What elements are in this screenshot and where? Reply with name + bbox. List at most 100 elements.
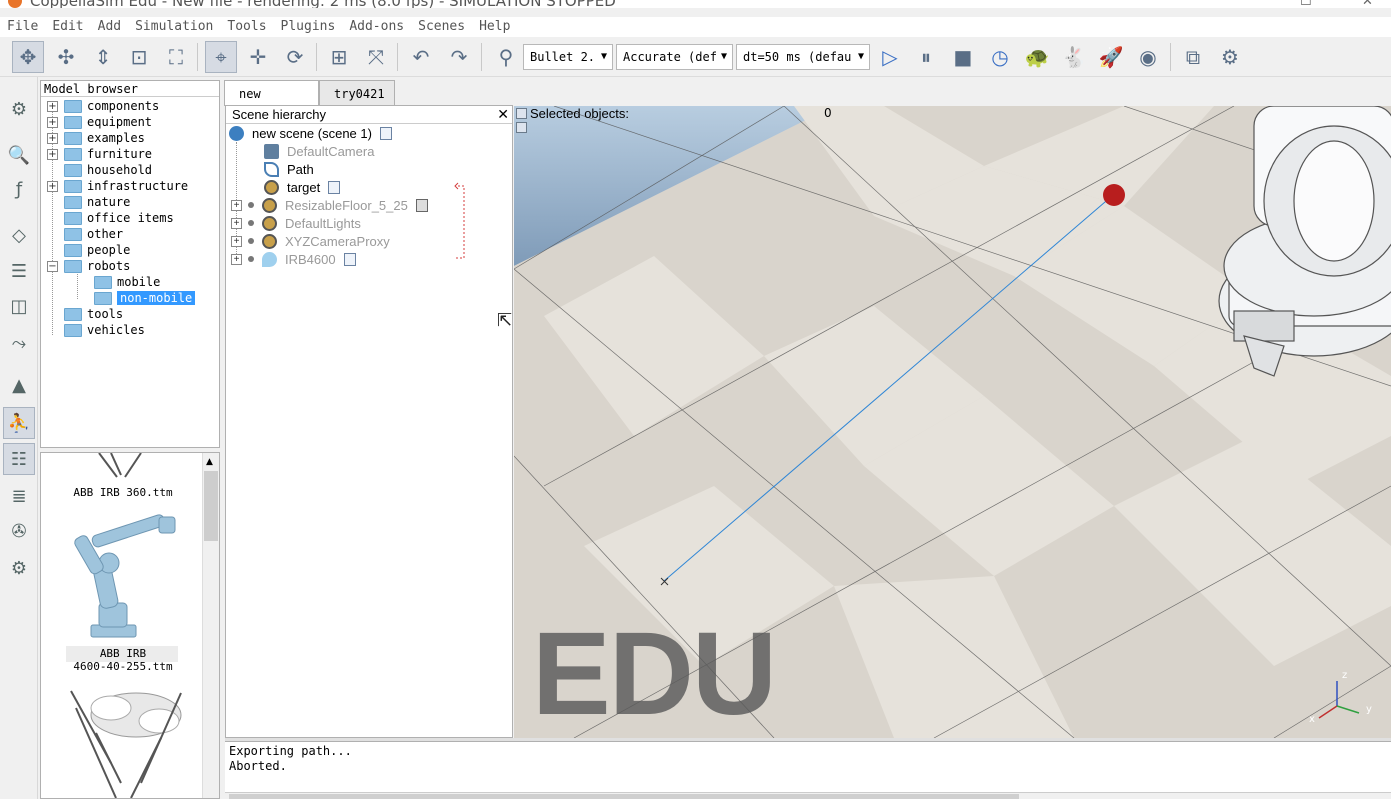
- timestep-select[interactable]: dt=50 ms (defau ▼: [736, 44, 870, 70]
- target-dummy[interactable]: [1103, 184, 1125, 206]
- viewport-menu-button[interactable]: [516, 108, 527, 119]
- axis-label-x: x: [1309, 714, 1315, 725]
- scroll-up-icon[interactable]: ▲: [206, 457, 213, 467]
- script-icon[interactable]: ☰: [3, 255, 35, 287]
- hierarchy-item-defaultlights[interactable]: + DefaultLights: [231, 214, 361, 232]
- accuracy-select[interactable]: Accurate (def ▼: [616, 44, 733, 70]
- menu-help[interactable]: Help: [472, 17, 517, 37]
- scrollbar-thumb[interactable]: [204, 471, 218, 541]
- slower-icon[interactable]: 🐢: [1021, 41, 1053, 73]
- folder-icon: [64, 115, 82, 129]
- hierarchy-item-target[interactable]: target: [264, 178, 341, 196]
- tree-item-robots[interactable]: − robots: [47, 258, 130, 274]
- hierarchy-item-defaultcamera[interactable]: DefaultCamera: [264, 142, 374, 160]
- tree-item-household[interactable]: household: [47, 162, 152, 178]
- script-icon[interactable]: [343, 252, 356, 266]
- hierarchy-item-xyzcameraproxy[interactable]: + XYZCameraProxy: [231, 232, 390, 250]
- scrollbar-thumb[interactable]: [229, 794, 1019, 799]
- tree-item-vehicles[interactable]: vehicles: [47, 322, 145, 338]
- tree-item-equipment[interactable]: + equipment: [47, 114, 152, 130]
- tree-item-other[interactable]: other: [47, 226, 123, 242]
- scene-object-properties-icon[interactable]: ⧉: [1177, 41, 1209, 73]
- menu-file[interactable]: File: [0, 17, 45, 37]
- dynamics-toggle-icon[interactable]: ⚲: [490, 41, 522, 73]
- camera-shift-icon[interactable]: ⇕: [87, 41, 119, 73]
- hierarchy-item-irb4600[interactable]: + IRB4600: [231, 250, 356, 268]
- calculation-modules-icon[interactable]: ⚙: [1214, 41, 1246, 73]
- tree-item-furniture[interactable]: + furniture: [47, 146, 152, 162]
- menu-addons[interactable]: Add-ons: [342, 17, 411, 37]
- tree-item-nature[interactable]: nature: [47, 194, 130, 210]
- zoom-icon[interactable]: 🔍: [3, 139, 35, 171]
- model-browser: Model browser + components + equipment + ex…: [40, 80, 220, 448]
- console-line: Exporting path...: [229, 744, 352, 758]
- settings-icon[interactable]: ⚙: [3, 93, 35, 125]
- video-recorder-icon[interactable]: ✇: [3, 515, 35, 547]
- tree-item-infrastructure[interactable]: + infrastructure: [47, 178, 188, 194]
- scene-root[interactable]: new scene (scene 1): [229, 124, 392, 142]
- menu-tools[interactable]: Tools: [220, 17, 273, 37]
- tab-try0421[interactable]: try0421: [319, 80, 395, 106]
- redo-icon[interactable]: ↷: [443, 41, 475, 73]
- function-icon[interactable]: ƒ: [3, 173, 35, 205]
- hierarchy-item-path[interactable]: Path: [264, 160, 314, 178]
- camera-rotate-icon[interactable]: ✣: [50, 41, 82, 73]
- 3d-viewport[interactable]: z x y Selected objects: 0 EDU: [514, 106, 1391, 738]
- menu-scenes[interactable]: Scenes: [411, 17, 472, 37]
- realtime-mode-icon[interactable]: ◷: [984, 41, 1016, 73]
- script-icon[interactable]: [379, 126, 392, 140]
- click-select-icon[interactable]: ⌖: [205, 41, 237, 73]
- faster-icon[interactable]: 🐇: [1058, 41, 1090, 73]
- tree-item-label: vehicles: [87, 323, 145, 337]
- cube-icon[interactable]: ◫: [3, 290, 35, 322]
- viewport-view-button[interactable]: [516, 122, 527, 133]
- folder-icon: [64, 99, 82, 113]
- physics-engine-select[interactable]: Bullet 2. ▼: [523, 44, 613, 70]
- tab-new-scene[interactable]: new scene: [224, 80, 319, 127]
- assemble-icon[interactable]: ⊞: [323, 41, 355, 73]
- menu-add[interactable]: Add: [91, 17, 128, 37]
- object-shift-icon[interactable]: ✛: [242, 41, 274, 73]
- tree-item-examples[interactable]: + examples: [47, 130, 145, 146]
- close-window-icon[interactable]: ✕: [1362, 0, 1373, 8]
- user-settings-icon[interactable]: ⚙: [3, 552, 35, 584]
- delta-robot-thumbnail[interactable]: [70, 690, 182, 798]
- path-icon[interactable]: ⤳: [3, 327, 35, 359]
- tree-item-components[interactable]: + components: [47, 98, 159, 114]
- thread-rendering-icon[interactable]: 🚀: [1095, 41, 1127, 73]
- hierarchy-item-resizablefloor[interactable]: + ResizableFloor_5_25: [231, 196, 428, 214]
- transfer-dna-icon[interactable]: ⤧: [360, 41, 392, 73]
- tree-item-mobile[interactable]: mobile: [94, 274, 160, 290]
- model-browser-toggle-icon[interactable]: ⛹: [3, 407, 35, 439]
- fit-to-view-icon[interactable]: ⛶: [160, 41, 192, 73]
- stop-simulation-icon[interactable]: ■: [947, 41, 979, 73]
- tree-item-non-mobile[interactable]: non-mobile: [94, 290, 196, 306]
- abb-irb360-thumbnail[interactable]: [98, 453, 142, 478]
- tree-item-office-items[interactable]: office items: [47, 210, 174, 226]
- object-rotate-icon[interactable]: ⟳: [279, 41, 311, 73]
- undo-icon[interactable]: ↶: [405, 41, 437, 73]
- camera-pan-icon[interactable]: ✥: [12, 41, 44, 73]
- layers-icon[interactable]: ≣: [3, 480, 35, 512]
- pause-simulation-icon[interactable]: ⏸: [910, 41, 942, 73]
- maximize-icon[interactable]: ☐: [1300, 0, 1312, 8]
- tree-item-tools[interactable]: tools: [47, 306, 123, 322]
- timestep-value: dt=50 ms (defau: [743, 50, 852, 64]
- camera-angle-icon[interactable]: ⊡: [123, 41, 155, 73]
- console-hscrollbar[interactable]: [225, 792, 1391, 799]
- scene-hierarchy-toggle-icon[interactable]: ☷: [3, 443, 35, 475]
- tree-item-people[interactable]: people: [47, 242, 130, 258]
- tree-item-label: household: [87, 163, 153, 177]
- start-simulation-icon[interactable]: ▷: [874, 41, 906, 73]
- close-icon[interactable]: ✕: [497, 106, 509, 123]
- shapes-icon[interactable]: ▲: [3, 369, 35, 401]
- script-icon[interactable]: [328, 180, 341, 194]
- menu-simulation[interactable]: Simulation: [128, 17, 220, 37]
- script-icon[interactable]: [415, 198, 428, 212]
- visualization-toggle-icon[interactable]: ◉: [1132, 41, 1164, 73]
- thumbnails-scrollbar[interactable]: ▲: [202, 453, 219, 798]
- menu-plugins[interactable]: Plugins: [274, 17, 343, 37]
- abb-irb4600-thumbnail[interactable]: [73, 514, 176, 638]
- menu-edit[interactable]: Edit: [45, 17, 90, 37]
- shape-edit-icon[interactable]: ◇: [3, 219, 35, 251]
